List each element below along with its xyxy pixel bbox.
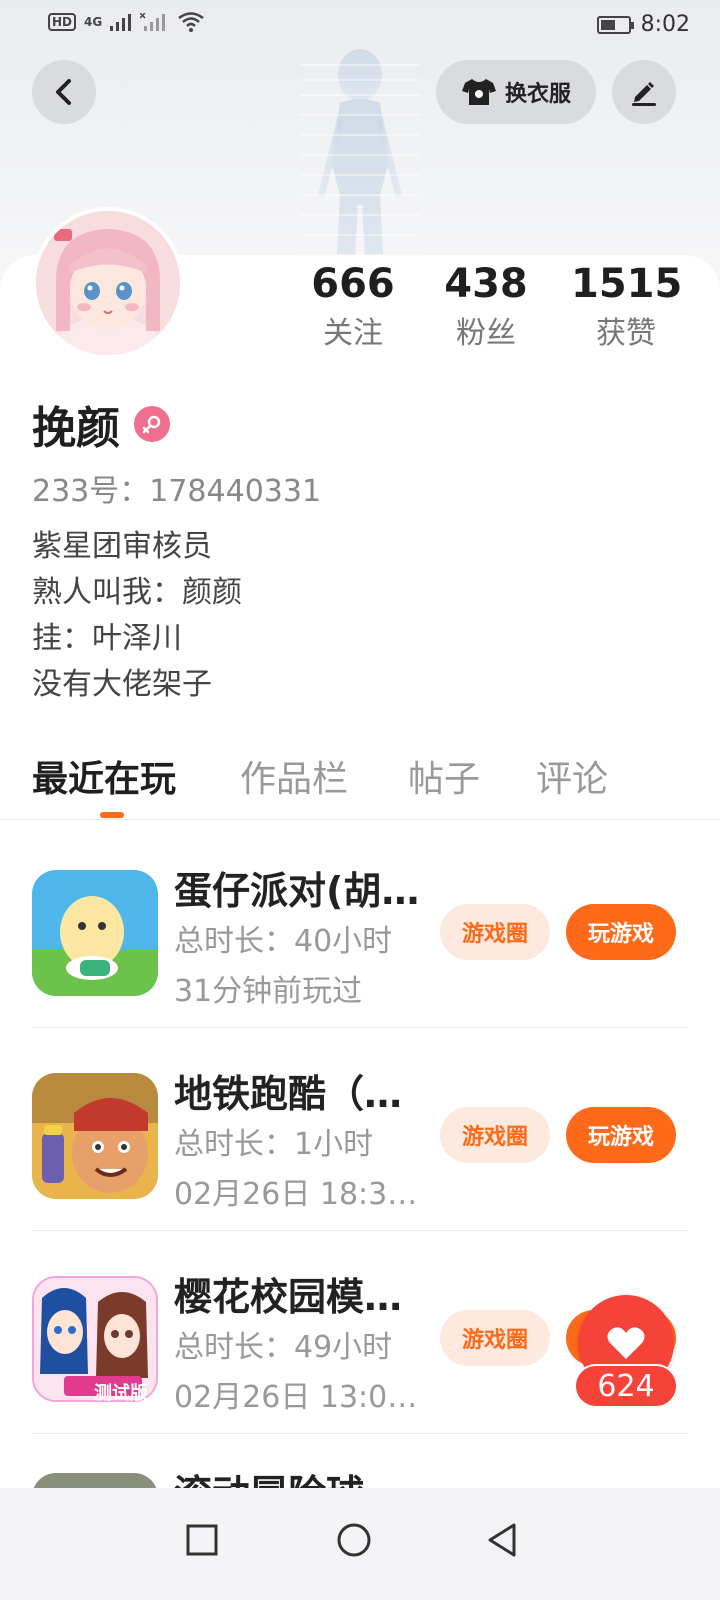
likes-count: 1515 — [571, 261, 683, 307]
clock: 8:02 — [640, 12, 690, 37]
tab-recently-played[interactable]: 最近在玩 — [32, 750, 176, 802]
active-tab-indicator — [100, 812, 124, 818]
like-count-badge: 624 — [574, 1364, 678, 1408]
game-total-time: 总时长：1小时 — [174, 1127, 374, 1162]
followers-label: 粉丝 — [456, 316, 516, 351]
game-last-played: 02月26日 18:3… — [174, 1177, 418, 1212]
network-4g-indicator: 4G — [84, 15, 103, 29]
test-version-badge: 测试版 — [94, 1383, 148, 1404]
game-icon-subway-surfers — [32, 1073, 158, 1199]
pencil-icon — [632, 82, 656, 106]
game-circle-button[interactable]: 游戏圈 — [440, 904, 550, 960]
avatar[interactable] — [32, 207, 184, 359]
bio-line: 挂：叶泽川 — [32, 621, 182, 656]
following-label: 关注 — [323, 316, 383, 351]
stat-likes[interactable]: 1515 获赞 — [571, 258, 683, 358]
profile-stats: 666 关注 438 粉丝 1515 获赞 — [300, 258, 700, 368]
change-outfit-button[interactable]: 换衣服 — [436, 60, 596, 124]
recent-apps-button[interactable] — [172, 1510, 232, 1570]
following-count: 666 — [311, 261, 395, 307]
game-total-time: 总时长：49小时 — [174, 1330, 393, 1365]
chevron-left-icon — [56, 79, 71, 105]
likes-label: 获赞 — [596, 316, 656, 351]
game-icon-rolling-ball — [32, 1473, 158, 1488]
battery-icon — [596, 15, 634, 34]
change-outfit-label: 换衣服 — [504, 82, 571, 107]
followers-count: 438 — [444, 261, 528, 307]
game-last-played: 31分钟前玩过 — [174, 974, 363, 1009]
user-id: 233号：178440331 — [32, 474, 322, 509]
tab-posts[interactable]: 帖子 — [408, 750, 480, 802]
avatar-anime-girl-image — [36, 211, 180, 355]
game-circle-button[interactable]: 游戏圈 — [440, 1107, 550, 1163]
game-title: 蛋仔派对(胡… — [174, 869, 420, 913]
list-item[interactable]: 地铁跑酷（… 总时长：1小时 02月26日 18:3… 游戏圈 玩游戏 — [32, 1031, 688, 1231]
game-icon-eggy-party — [32, 870, 158, 996]
stat-followers[interactable]: 438 粉丝 — [431, 258, 541, 358]
tab-works[interactable]: 作品栏 — [240, 750, 348, 802]
edit-profile-button[interactable] — [612, 60, 676, 124]
home-button[interactable] — [324, 1510, 384, 1570]
circle-icon — [337, 1523, 371, 1557]
square-icon — [186, 1524, 218, 1556]
play-game-button[interactable]: 玩游戏 — [566, 904, 676, 960]
signal-icon-no-service — [140, 13, 166, 31]
tab-comments[interactable]: 评论 — [536, 750, 608, 802]
game-title: 樱花校园模… — [174, 1275, 403, 1319]
wifi-icon — [178, 12, 204, 32]
bio-line: 紫星团审核员 — [32, 529, 212, 564]
status-bar-left: HD 4G — [48, 12, 204, 32]
username: 挽颜 — [32, 403, 120, 454]
game-title: 滚动冒险球 — [174, 1463, 424, 1488]
profile-tabs: 最近在玩 作品栏 帖子 评论 — [0, 750, 720, 820]
back-navigation-button[interactable] — [472, 1510, 532, 1570]
list-item[interactable]: 滚动冒险球 — [32, 1437, 688, 1488]
list-item[interactable]: 蛋仔派对(胡… 总时长：40小时 31分钟前玩过 游戏圈 玩游戏 — [32, 828, 688, 1028]
stat-following[interactable]: 666 关注 — [298, 258, 408, 358]
game-circle-button[interactable]: 游戏圈 — [440, 1310, 550, 1366]
signal-icon — [110, 14, 132, 31]
tshirt-icon — [461, 79, 496, 105]
play-game-button[interactable]: 玩游戏 — [566, 1107, 676, 1163]
game-last-played: 02月26日 13:0… — [174, 1380, 418, 1415]
game-title: 地铁跑酷（… — [174, 1072, 403, 1116]
game-total-time: 总时长：40小时 — [174, 924, 393, 959]
status-bar: HD 4G 8:02 — [0, 0, 720, 48]
hd-indicator: HD — [48, 13, 77, 31]
system-navigation-bar — [0, 1488, 720, 1600]
triangle-back-icon — [488, 1523, 516, 1557]
back-button[interactable] — [32, 60, 96, 124]
status-bar-right: 8:02 — [596, 12, 690, 37]
female-gender-icon — [134, 406, 170, 442]
username-row: 挽颜 — [32, 392, 170, 456]
heart-icon — [607, 1327, 645, 1359]
avatar-hologram-figure — [300, 49, 420, 275]
bio-line: 没有大佬架子 — [32, 667, 212, 702]
bio-line: 熟人叫我：颜颜 — [32, 575, 242, 610]
profile-bio: 紫星团审核员 熟人叫我：颜颜 挂：叶泽川 没有大佬架子 — [32, 524, 242, 708]
